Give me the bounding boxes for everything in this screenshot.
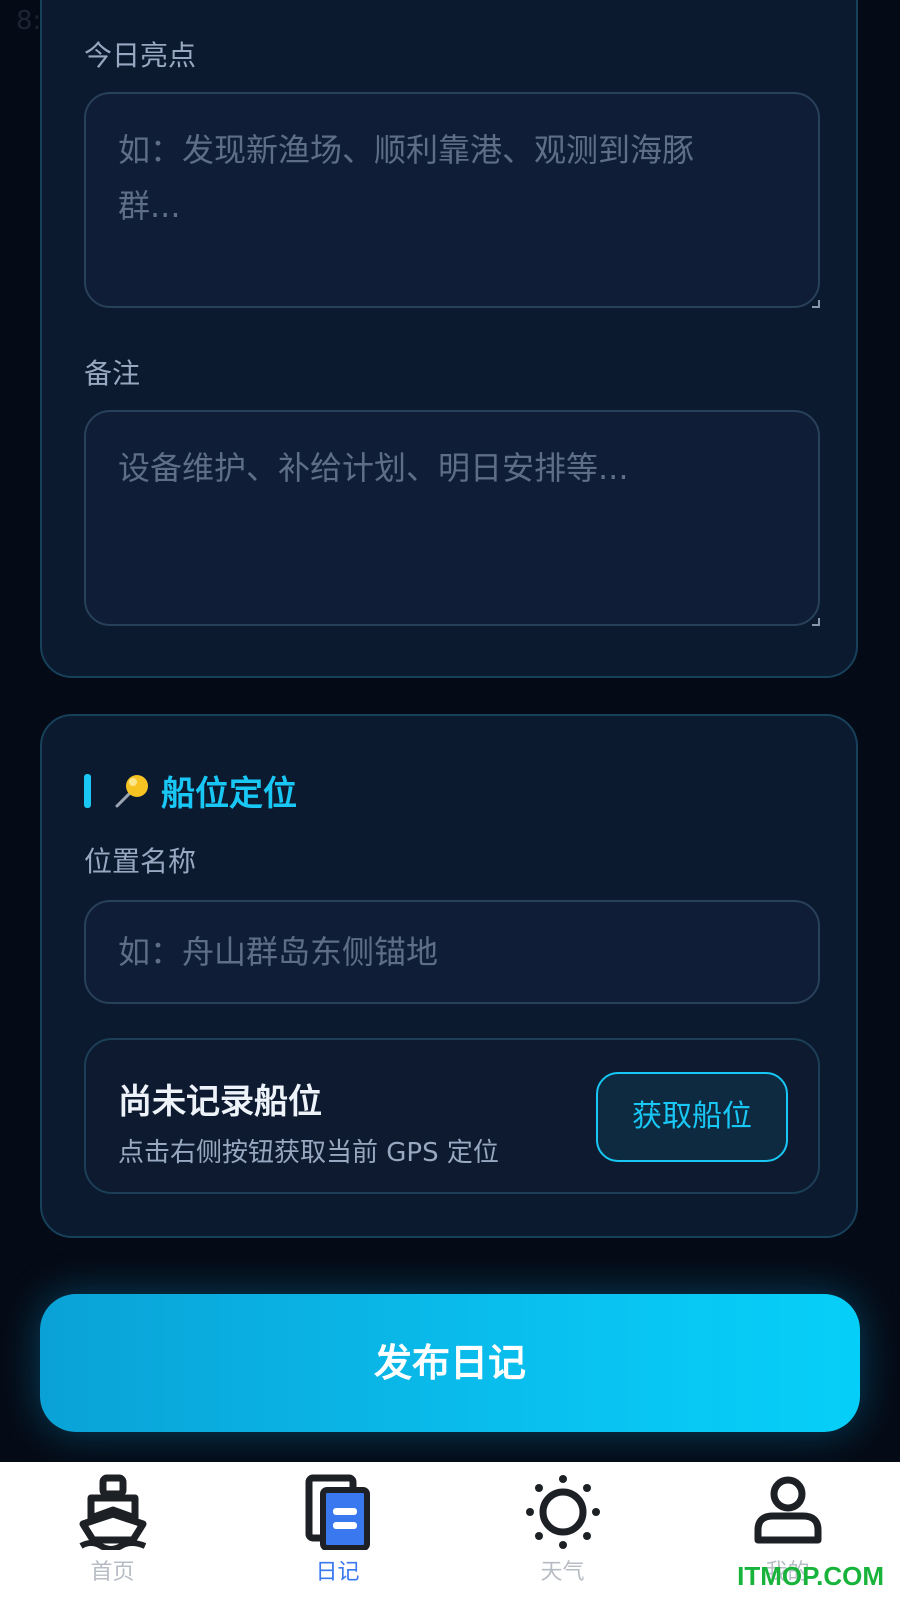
resize-handle-icon[interactable] (812, 300, 820, 308)
nav-label-weather: 天气 (540, 1560, 585, 1585)
section-title-text: 船位定位 (161, 774, 297, 814)
gps-status-title: 尚未记录船位 (118, 1082, 322, 1122)
pushpin-icon (115, 774, 148, 807)
highlights-textarea[interactable]: 如：发现新渔场、顺利靠港、观测到海豚 群... (84, 92, 820, 308)
watermark-text: ITMOP.COM (737, 1561, 884, 1591)
nav-label-diary: 日记 (315, 1560, 360, 1585)
notes-placeholder: 设备维护、补给计划、明日安排等... (118, 449, 629, 487)
location-section-title: 船位定位 (84, 766, 297, 815)
publish-diary-button[interactable]: 发布日记 (40, 1294, 860, 1432)
nav-item-diary[interactable]: 日记 (225, 1462, 450, 1600)
highlights-placeholder-line1: 如：发现新渔场、顺利靠港、观测到海豚 (118, 131, 695, 169)
nav-item-weather[interactable]: 天气 (450, 1462, 675, 1600)
gps-status-panel: 尚未记录船位 点击右侧按钮获取当前 GPS 定位 获取船位 (84, 1038, 820, 1194)
location-name-input[interactable]: 如：舟山群岛东侧锚地 (84, 900, 820, 1004)
get-position-button[interactable]: 获取船位 (596, 1072, 788, 1162)
location-name-label: 位置名称 (84, 845, 197, 878)
ship-icon (78, 1474, 146, 1550)
gps-status-desc: 点击右侧按钮获取当前 GPS 定位 (118, 1138, 499, 1168)
highlights-label: 今日亮点 (84, 39, 197, 72)
nav-label-home: 首页 (90, 1560, 135, 1585)
user-icon (754, 1476, 821, 1544)
highlights-placeholder-line2: 群... (118, 187, 181, 225)
notes-textarea[interactable]: 设备维护、补给计划、明日安排等... (84, 410, 820, 626)
diary-form-card: 今日亮点 如：发现新渔场、顺利靠港、观测到海豚 群... 备注 设备维护、补给计… (40, 0, 858, 678)
location-name-placeholder: 如：舟山群岛东侧锚地 (118, 933, 439, 971)
resize-handle-icon[interactable] (812, 618, 820, 626)
location-card: 船位定位 位置名称 如：舟山群岛东侧锚地 尚未记录船位 点击右侧按钮获取当前 G… (40, 714, 858, 1238)
diary-icon (305, 1474, 370, 1550)
accent-bar (84, 773, 91, 808)
nav-item-home[interactable]: 首页 (0, 1462, 225, 1600)
notes-label: 备注 (84, 357, 141, 390)
sun-icon (525, 1475, 600, 1549)
